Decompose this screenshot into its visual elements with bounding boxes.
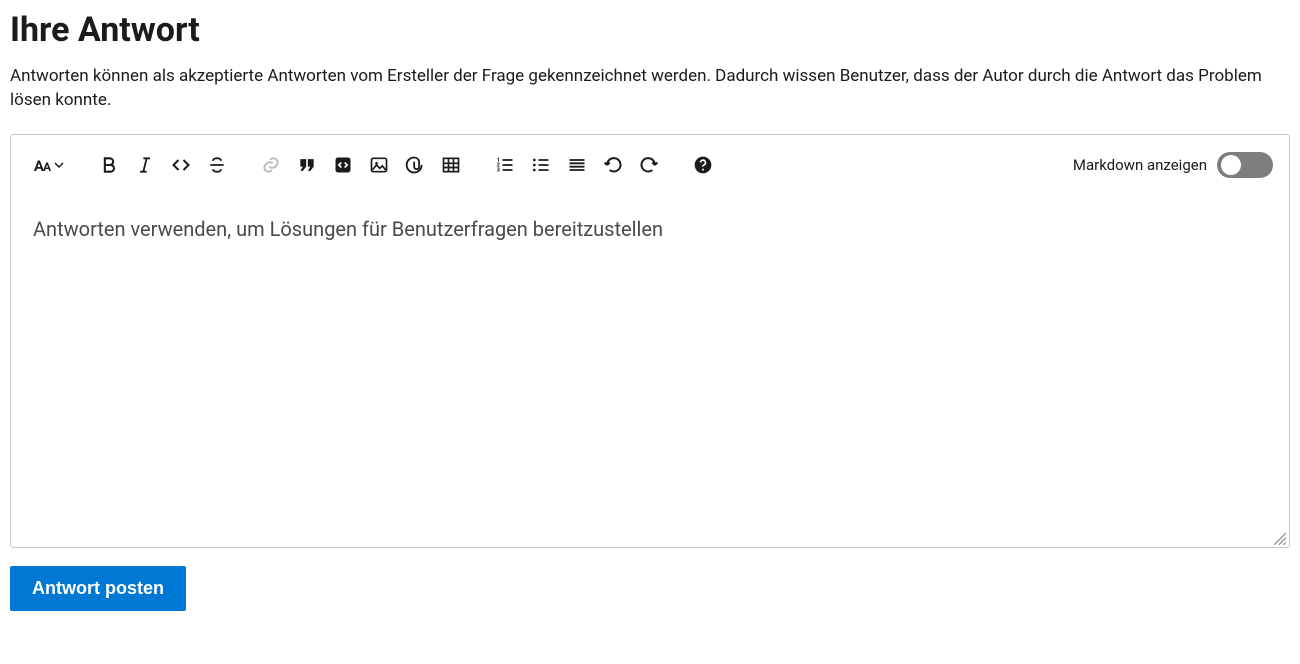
table-button[interactable] (435, 149, 467, 181)
help-icon (693, 155, 713, 175)
editor-container: AA (10, 134, 1290, 548)
help-button[interactable] (687, 149, 719, 181)
undo-button[interactable] (597, 149, 629, 181)
markdown-toggle[interactable] (1217, 152, 1273, 178)
editor-placeholder: Antworten verwenden, um Lösungen für Ben… (33, 217, 1267, 241)
quote-icon (297, 155, 317, 175)
strikethrough-icon (207, 155, 227, 175)
link-icon (261, 155, 281, 175)
align-icon (567, 155, 587, 175)
bold-button[interactable] (93, 149, 125, 181)
code-inline-button[interactable] (165, 149, 197, 181)
link-button[interactable] (255, 149, 287, 181)
image-button[interactable] (363, 149, 395, 181)
redo-icon (639, 155, 659, 175)
code-icon (171, 155, 191, 175)
unordered-list-icon (531, 155, 551, 175)
editor-toolbar: AA (27, 149, 1273, 181)
svg-text:3: 3 (497, 168, 501, 174)
align-button[interactable] (561, 149, 593, 181)
code-block-button[interactable] (327, 149, 359, 181)
quote-button[interactable] (291, 149, 323, 181)
undo-icon (603, 155, 623, 175)
image-icon (369, 155, 389, 175)
font-size-picker[interactable]: AA (27, 149, 71, 181)
markdown-toggle-label: Markdown anzeigen (1073, 156, 1207, 174)
page-title: Ihre Antwort (10, 10, 1290, 51)
redo-button[interactable] (633, 149, 665, 181)
ordered-list-button[interactable]: 123 (489, 149, 521, 181)
resize-handle[interactable] (1273, 531, 1287, 545)
code-block-icon (333, 155, 353, 175)
attachment-button[interactable] (399, 149, 431, 181)
italic-button[interactable] (129, 149, 161, 181)
bold-icon (99, 155, 119, 175)
unordered-list-button[interactable] (525, 149, 557, 181)
toggle-knob (1221, 155, 1241, 175)
page-description: Antworten können als akzeptierte Antwort… (10, 65, 1290, 113)
chevron-down-icon (54, 160, 64, 170)
table-icon (441, 155, 461, 175)
strikethrough-button[interactable] (201, 149, 233, 181)
attachment-icon (405, 155, 425, 175)
italic-icon (135, 155, 155, 175)
ordered-list-icon: 123 (495, 155, 515, 175)
editor-textarea[interactable]: Antworten verwenden, um Lösungen für Ben… (27, 199, 1273, 539)
font-size-icon: AA (34, 156, 50, 175)
post-answer-button[interactable]: Antwort posten (10, 566, 186, 611)
